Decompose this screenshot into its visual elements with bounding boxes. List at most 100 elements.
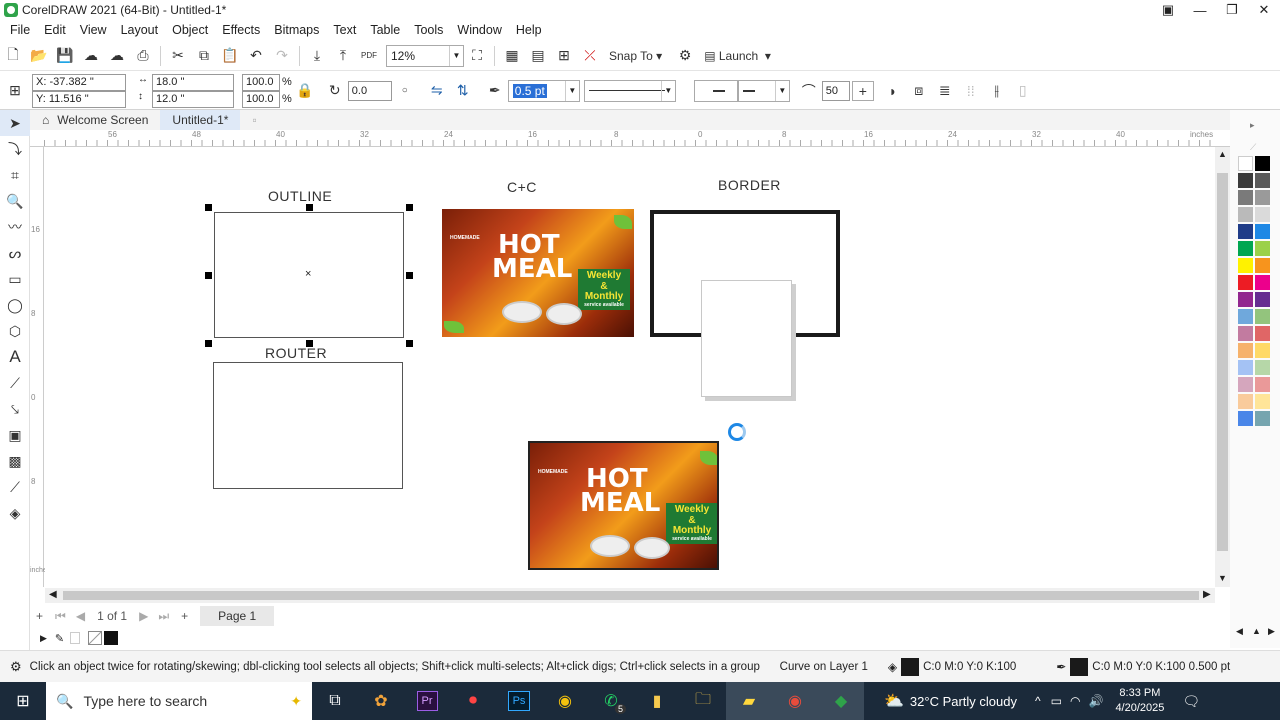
quick-customize-icon[interactable]: ▯ (1012, 79, 1034, 103)
close-curve-icon[interactable]: ◗ (882, 79, 904, 103)
app-icon-coreldraw[interactable]: ✿ (358, 682, 404, 720)
volume-icon[interactable]: 🔊 (1088, 694, 1103, 708)
palette-scroll-right-icon[interactable]: ▶ (1268, 626, 1275, 637)
pick-tool-icon[interactable]: ➤ (0, 110, 30, 136)
outline-width-select[interactable]: 0.5 pt ▼ (507, 79, 580, 102)
alignment-guides-icon[interactable]: ⤫ (579, 44, 601, 68)
add-icon[interactable]: + (851, 80, 874, 101)
first-page-icon[interactable]: ⏮ (55, 609, 66, 624)
menu-help[interactable]: Help (509, 23, 549, 37)
scale-x-field[interactable]: 100.0 (242, 73, 280, 91)
color-swatch[interactable] (1238, 411, 1253, 426)
vertical-scrollbar[interactable]: ▲ ▼ (1215, 147, 1230, 587)
selection-handle[interactable] (205, 272, 212, 279)
drop-shadow-icon[interactable]: ▣ (0, 422, 30, 448)
open-icon[interactable]: 📂 (28, 44, 50, 68)
scroll-right-icon[interactable]: ▶ (1203, 589, 1211, 600)
color-swatch[interactable] (1255, 275, 1270, 290)
palette-menu-icon[interactable]: ▸ (1250, 120, 1255, 131)
router-label[interactable]: ROUTER (265, 345, 327, 361)
scale-y-field[interactable]: 100.0 (242, 90, 280, 108)
tab-welcome-screen[interactable]: ⌂ Welcome Screen (30, 110, 160, 130)
menu-tools[interactable]: Tools (407, 23, 450, 37)
selection-handle[interactable] (205, 204, 212, 211)
cc-label[interactable]: C+C (507, 179, 537, 195)
color-swatch[interactable] (1255, 394, 1270, 409)
color-swatch[interactable] (1238, 292, 1253, 307)
clock[interactable]: 8:33 PM 4/20/2025 (1115, 686, 1164, 716)
color-swatch[interactable] (1255, 241, 1270, 256)
router-rectangle[interactable] (213, 362, 403, 489)
menu-effects[interactable]: Effects (215, 23, 267, 37)
text-tool-icon[interactable]: A (0, 344, 30, 370)
selection-handle[interactable] (205, 340, 212, 347)
windows-start-icon[interactable]: ⊞ (0, 682, 46, 720)
new-tab-button[interactable]: ▫ (240, 110, 268, 130)
add-page-icon[interactable]: + (36, 609, 43, 623)
align-distribute-icon[interactable]: ⫲ (986, 79, 1008, 103)
color-swatch[interactable] (1238, 207, 1253, 222)
width-field[interactable]: 18.0 " (152, 73, 234, 91)
color-swatch[interactable] (1255, 156, 1270, 171)
menu-text[interactable]: Text (326, 23, 363, 37)
eyedropper-icon[interactable]: ⟋ (0, 474, 30, 500)
swatch-none[interactable] (88, 631, 103, 645)
color-swatch[interactable] (1255, 207, 1270, 222)
parallel-dimension-icon[interactable]: ⟋ (0, 370, 30, 396)
mirror-vertical-icon[interactable]: ⇅ (452, 79, 474, 103)
pdf-icon[interactable]: PDF (358, 44, 380, 68)
rectangle-tool-icon[interactable]: ▭ (0, 266, 30, 292)
border-label[interactable]: BORDER (718, 177, 781, 193)
tab-untitled-1[interactable]: Untitled-1* (160, 110, 241, 130)
scroll-down-icon[interactable]: ▼ (1218, 573, 1227, 583)
drawing-canvas[interactable]: OUTLINE × ROUTER C+C HOMEMADE HOT MEAL W… (45, 147, 1215, 587)
color-swatch[interactable] (1238, 343, 1253, 358)
lock-ratio-icon[interactable]: 🔒 (294, 79, 316, 103)
last-page-icon[interactable]: ⏭ (158, 609, 169, 624)
weather-text[interactable]: 32°C Partly cloudy (910, 694, 1017, 709)
show-grid-icon[interactable]: ▤ (527, 44, 549, 68)
hot-meal-poster-bordered[interactable]: HOMEMADE HOT MEAL Weekly & Monthly servi… (528, 441, 719, 570)
app-icon-explorer[interactable]: 🗀 (680, 682, 726, 720)
fill-swatch[interactable] (901, 657, 920, 676)
end-arrowhead-select[interactable]: ▼ (737, 79, 790, 102)
close-button[interactable]: ✕ (1248, 0, 1280, 20)
show-rulers-icon[interactable]: ▦ (501, 44, 523, 68)
smoothing-icon[interactable]: ⌒ (798, 79, 820, 103)
color-swatch[interactable] (1238, 156, 1253, 171)
color-swatch[interactable] (1238, 190, 1253, 205)
color-swatch[interactable] (1255, 224, 1270, 239)
app-icon-chrome[interactable]: ◉ (542, 682, 588, 720)
palette-scroll-left-icon[interactable]: ◀ (1236, 626, 1243, 637)
cut-icon[interactable]: ✂ (167, 44, 189, 68)
zoom-tool-icon[interactable]: 🔍 (0, 188, 30, 214)
interactive-fill-icon[interactable]: ◈ (0, 500, 30, 526)
prev-page-icon[interactable]: ◀ (76, 609, 85, 623)
color-swatch[interactable] (1255, 309, 1270, 324)
selection-handle[interactable] (306, 204, 313, 211)
object-origin-icon[interactable]: ⊞ (4, 79, 26, 103)
task-view-icon[interactable]: ⧉ (312, 682, 358, 720)
tray-chevron-icon[interactable]: ^ (1035, 694, 1041, 708)
copy-icon[interactable]: ⧉ (193, 44, 215, 68)
status-gear-icon[interactable]: ⚙ (10, 659, 22, 675)
undo-icon[interactable]: ↶ (245, 44, 267, 68)
color-swatch[interactable] (1238, 258, 1253, 273)
outline-swatch[interactable] (1070, 657, 1089, 676)
selection-handle[interactable] (406, 204, 413, 211)
palette-pen-icon[interactable]: ⟋ (1250, 142, 1256, 153)
redo-icon[interactable]: ↷ (271, 44, 293, 68)
freehand-tool-icon[interactable]: 〰 (0, 214, 30, 240)
zoom-select[interactable]: 12% ▼ (386, 44, 464, 67)
color-swatch[interactable] (1238, 394, 1253, 409)
swatch-black[interactable] (104, 631, 119, 645)
swatch-empty[interactable] (70, 632, 81, 644)
import-icon[interactable]: ⤓ (306, 44, 328, 68)
smoothing-field[interactable]: 50 (821, 80, 850, 101)
vertical-scroll-thumb[interactable] (1217, 173, 1228, 551)
expand-palette-icon[interactable]: ▶ (40, 633, 47, 644)
selection-handle[interactable] (406, 272, 413, 279)
app-icon-files[interactable]: ▮ (634, 682, 680, 720)
save-icon[interactable]: 💾 (54, 44, 76, 68)
notifications-icon[interactable]: 🗨 (1182, 693, 1200, 710)
